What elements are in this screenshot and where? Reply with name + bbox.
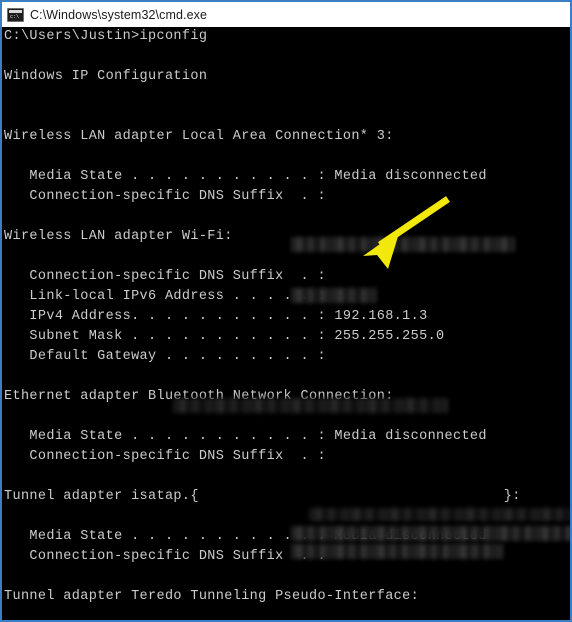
cmd-icon-titlestrip <box>9 9 22 13</box>
redact-teredo-link-local-ipv6 <box>291 544 503 559</box>
line-wifi-subnet-mask-text: Subnet Mask . . . . . . . . . . . : 255.… <box>4 329 445 344</box>
redact-wifi-link-local-ipv6 <box>291 237 515 252</box>
redact-teredo-dns-suffix <box>309 508 570 521</box>
line-bt-media-state-text: Media State . . . . . . . . . . . : Medi… <box>4 429 487 444</box>
line-blank-1 <box>2 47 570 67</box>
line-heading-windows-ip-configuration: Windows IP Configuration <box>2 67 570 87</box>
line-wifi-subnet-mask: Subnet Mask . . . . . . . . . . . : 255.… <box>2 327 570 347</box>
line-blank-3 <box>2 107 570 127</box>
line-wifi-ipv4-text: IPv4 Address. . . . . . . . . . . : 192.… <box>4 309 428 324</box>
line-adapter-wifi-text: Wireless LAN adapter Wi-Fi: <box>4 229 233 244</box>
line-heading-windows-ip-configuration-text: Windows IP Configuration <box>4 69 208 84</box>
line-prompt-command-text: C:\Users\Justin>ipconfig <box>4 29 208 44</box>
cmd-window[interactable]: c:\ C:\Windows\system32\cmd.exe C:\Users… <box>0 0 572 622</box>
line-adapter-teredo: Tunnel adapter Teredo Tunneling Pseudo-I… <box>2 587 570 607</box>
line-blank-11 <box>2 567 570 587</box>
line-wlan3-media-state: Media State . . . . . . . . . . . : Medi… <box>2 167 570 187</box>
line-blank-5 <box>2 207 570 227</box>
line-wlan3-dns-suffix: Connection-specific DNS Suffix . : <box>2 187 570 207</box>
line-bt-media-state: Media State . . . . . . . . . . . : Medi… <box>2 427 570 447</box>
line-blank-2 <box>2 87 570 107</box>
line-bt-dns-suffix: Connection-specific DNS Suffix . : <box>2 447 570 467</box>
line-wifi-default-gateway-text: Default Gateway . . . . . . . . . : <box>4 349 326 364</box>
line-wlan3-dns-suffix-text: Connection-specific DNS Suffix . : <box>4 189 326 204</box>
line-wifi-dns-suffix: Connection-specific DNS Suffix . : <box>2 267 570 287</box>
line-adapter-wlan-local-area-connection-3: Wireless LAN adapter Local Area Connecti… <box>2 127 570 147</box>
line-blank-7 <box>2 367 570 387</box>
window-title: C:\Windows\system32\cmd.exe <box>30 7 208 22</box>
line-blank-12 <box>2 607 570 620</box>
line-adapter-isatap: Tunnel adapter isatap.{ }: <box>2 487 570 507</box>
line-wifi-link-local-ipv6-text: Link-local IPv6 Address . . . . . : <box>4 289 326 304</box>
line-isatap-dns-suffix-text: Connection-specific DNS Suffix . : <box>4 549 326 564</box>
line-wifi-default-gateway: Default Gateway . . . . . . . . . : <box>2 347 570 367</box>
console-output-area[interactable]: C:\Users\Justin>ipconfig Windows IP Confi… <box>2 27 570 620</box>
cmd-icon-prompt-glyph: c:\ <box>10 13 20 20</box>
line-adapter-isatap-text: Tunnel adapter isatap.{ }: <box>4 489 521 504</box>
line-wifi-dns-suffix-text: Connection-specific DNS Suffix . : <box>4 269 326 284</box>
window-titlebar[interactable]: c:\ C:\Windows\system32\cmd.exe <box>2 2 570 27</box>
line-wifi-link-local-ipv6: Link-local IPv6 Address . . . . . : <box>2 287 570 307</box>
line-adapter-wlan-local-area-connection-3-text: Wireless LAN adapter Local Area Connecti… <box>4 129 394 144</box>
redact-teredo-ipv6 <box>291 526 570 541</box>
line-adapter-teredo-text: Tunnel adapter Teredo Tunneling Pseudo-I… <box>4 589 420 604</box>
line-wifi-ipv4: IPv4 Address. . . . . . . . . . . : 192.… <box>2 307 570 327</box>
line-wlan3-media-state-text: Media State . . . . . . . . . . . : Medi… <box>4 169 487 184</box>
redact-isatap-guid <box>173 398 448 413</box>
line-blank-4 <box>2 147 570 167</box>
line-bt-dns-suffix-text: Connection-specific DNS Suffix . : <box>4 449 326 464</box>
line-blank-9 <box>2 467 570 487</box>
line-prompt-command: C:\Users\Justin>ipconfig <box>2 27 570 47</box>
cmd-console-icon: c:\ <box>7 7 24 22</box>
redact-wifi-default-gateway <box>291 288 377 303</box>
